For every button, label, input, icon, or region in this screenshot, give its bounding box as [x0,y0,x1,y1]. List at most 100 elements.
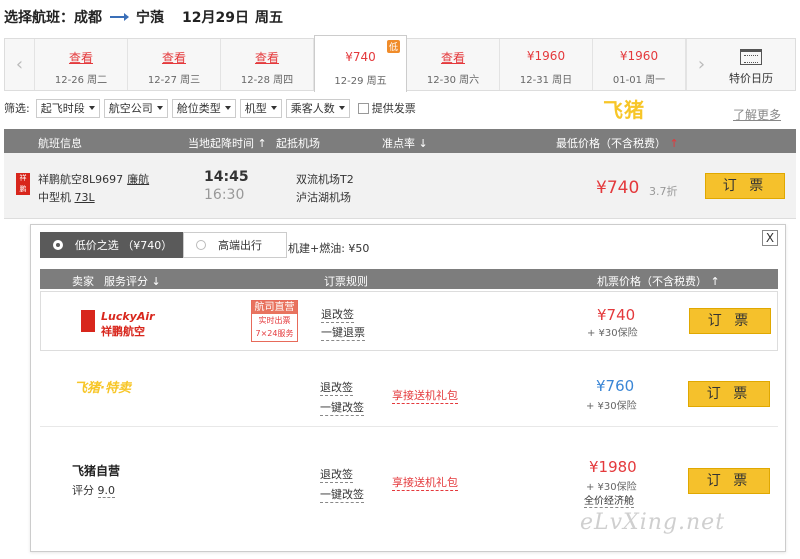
tab-label: 低价之选 （¥740） [74,239,173,252]
filter-departure-time[interactable]: 起飞时段 [35,98,100,118]
header-score-label: 服务评分 [104,275,148,288]
header-rules: 订票规则 [324,275,368,288]
luckyair-name-en: LuckyAir [101,310,155,323]
filter-cabin[interactable]: 舱位类型 [171,98,236,118]
price-calendar-button[interactable]: 特价日历 [716,39,786,90]
luckyair-logo: LuckyAir 祥鹏航空 [101,310,155,339]
close-icon[interactable]: X [762,230,778,246]
radio-icon [196,240,206,250]
score-label: 评分 [72,484,94,497]
seller-score: 评分 9.0 [72,482,115,498]
radio-icon [53,240,63,250]
date-tab[interactable]: ¥1960 12-31 周日 [500,39,593,90]
date-price: ¥1960 [526,49,566,63]
arrival-time: 16:30 [204,187,245,203]
flight-airline: 祥鹏航空8L9697 廉航 [38,171,149,187]
filter-label: 筛选: [4,102,30,115]
date-price: 查看 [440,51,465,65]
header-airport: 起抵机场 [276,137,320,150]
header-flight-info: 航班信息 [38,137,82,150]
filter-passengers[interactable]: 乘客人数 [285,98,350,118]
invoice-checkbox[interactable] [357,102,369,114]
arrow-right-icon [110,13,129,21]
header-time[interactable]: 当地起降时间 ↑ [188,135,267,151]
header-ticket-price-label: 机票价格（不含税费） [597,275,707,288]
cabin-class-link[interactable]: 全价经济舱 [584,492,634,508]
calendar-label: 特价日历 [729,72,773,85]
tab-premium[interactable]: 高端出行 [183,232,287,258]
gift-link[interactable]: 享接送机礼包 [392,387,458,404]
flight-number: 祥鹏航空8L9697 [38,173,124,186]
seller-price: ¥760 [596,377,635,395]
book-button[interactable]: 订 票 [705,173,785,199]
title-prefix: 选择航班： [4,10,74,26]
date-tab[interactable]: 查看 12-28 周四 [221,39,314,90]
book-button[interactable]: 订 票 [688,468,770,494]
date-tab-active[interactable]: 低 ¥740 12-29 周五 [314,35,407,92]
learn-more-link[interactable]: 了解更多 [733,106,781,123]
luckyair-name-cn: 祥鹏航空 [101,325,145,338]
flight-row: 祥鹏 祥鹏航空8L9697 廉航 中型机 73L 14:45 16:30 双流机场… [4,153,796,219]
flight-price: ¥740 [596,178,640,198]
seller-price: ¥1980 [589,458,637,476]
date-price: ¥1960 [619,49,659,63]
gift-link[interactable]: 享接送机礼包 [392,474,458,491]
header-score[interactable]: 服务评分 ↓ [104,273,161,289]
destination-city: 宁蒗 [136,10,164,26]
fliggy-logo: 飞猪 [603,98,645,122]
header-time-label: 当地起降时间 [188,137,254,150]
direct-title: 航司直营 [252,301,297,314]
score-value[interactable]: 9.0 [97,484,115,498]
travel-weekday: 周五 [254,10,283,26]
filter-airline[interactable]: 航空公司 [103,98,168,118]
seller-table-header: 卖家 服务评分 ↓ 订票规则 机票价格（不含税费） ↑ [40,269,778,289]
chevron-left-icon[interactable]: ‹ [5,39,35,90]
book-button[interactable]: 订 票 [688,381,770,407]
filter-bar: 筛选: 起飞时段 航空公司 舱位类型 机型 乘客人数 提供发票 [4,98,416,118]
flight-table-header: 航班信息 当地起降时间 ↑ 起抵机场 准点率 ↓ 最低价格（不含税费） ↑ [4,129,796,153]
date-tab[interactable]: 查看 12-30 周六 [407,39,500,90]
insurance-fee: + ¥30保险 [586,401,637,412]
date-label: 12-28 周四 [240,75,294,86]
flight-discount: 3.7折 [649,185,678,198]
change-rules-link[interactable]: 退改签 [320,379,353,396]
invoice-label: 提供发票 [371,102,416,115]
refund-link[interactable]: 一键退票 [321,324,365,341]
route-title: 选择航班： 成都 宁蒗 12月29日 周五 [4,6,283,28]
header-price-label: 最低价格（不含税费） [556,137,666,150]
date-label: 12-29 周五 [334,76,387,87]
seller-price: ¥740 [597,306,636,324]
change-link[interactable]: 一键改签 [320,486,364,503]
low-cost-tag[interactable]: 廉航 [127,173,149,186]
aircraft-type: 中型机 73L [38,189,95,205]
airline-direct-badge: 航司直营 实时出票 7×24服务 [251,300,298,342]
header-lowest-price[interactable]: 最低价格（不含税费） ↑ [556,135,679,151]
date-label: 12-30 周六 [426,75,480,86]
change-rules-link[interactable]: 退改签 [321,306,354,323]
date-tab[interactable]: 查看 12-27 周三 [128,39,221,90]
tab-label: 高端出行 [218,239,262,252]
filter-aircraft[interactable]: 机型 [239,98,282,118]
date-price: 查看 [68,51,93,65]
change-rules-link[interactable]: 退改签 [320,466,353,483]
date-price: 查看 [161,51,186,65]
arrival-airport: 泸沽湖机场 [296,191,351,204]
header-ticket-price[interactable]: 机票价格（不含税费） ↑ [597,273,720,289]
aircraft-code[interactable]: 73L [75,191,95,204]
seller-row: LuckyAir 祥鹏航空 航司直营 实时出票 7×24服务 退改签 一键退票 ¥… [40,291,778,351]
origin-city: 成都 [74,10,102,26]
date-tab[interactable]: 查看 12-26 周二 [35,39,128,90]
luckyair-logo-icon [81,310,95,332]
chevron-right-icon[interactable]: › [686,39,716,90]
date-label: 12-27 周三 [147,75,201,86]
watermark: eLvXing.net [580,510,726,535]
book-button[interactable]: 订 票 [689,308,771,334]
date-label: 01-01 周一 [612,75,666,86]
seller-row: 飞猪·特卖 退改签 一键改签 享接送机礼包 ¥760 + ¥30保险 订 票 [40,357,778,427]
departure-time: 14:45 [204,169,249,185]
tab-low-price[interactable]: 低价之选 （¥740） [40,232,183,258]
header-ontime[interactable]: 准点率 ↓ [382,135,428,151]
travel-date: 12月29日 [182,10,249,26]
date-tab[interactable]: ¥1960 01-01 周一 [593,39,686,90]
change-link[interactable]: 一键改签 [320,399,364,416]
